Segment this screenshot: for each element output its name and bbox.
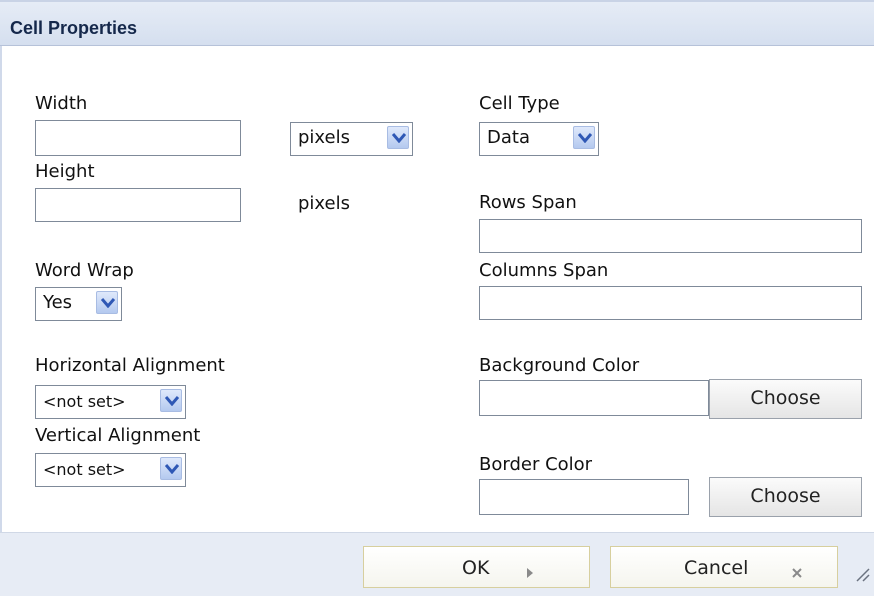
width-unit-value: pixels (298, 127, 350, 148)
background-color-label: Background Color (479, 355, 640, 376)
vertical-alignment-select[interactable]: <not set> (35, 453, 186, 487)
dialog-left-border (0, 46, 2, 532)
cell-type-select[interactable]: Data (479, 122, 599, 156)
vertical-alignment-label: Vertical Alignment (35, 425, 201, 446)
chevron-down-icon[interactable] (573, 126, 595, 149)
cell-type-label: Cell Type (479, 93, 560, 114)
dialog-title: Cell Properties (10, 18, 138, 38)
word-wrap-label: Word Wrap (35, 260, 134, 281)
width-label: Width (35, 93, 88, 114)
rows-span-label: Rows Span (479, 192, 577, 213)
chevron-down-icon[interactable] (160, 389, 182, 412)
horizontal-alignment-label: Horizontal Alignment (35, 355, 225, 376)
height-label: Height (35, 161, 95, 182)
cell-type-value: Data (487, 127, 530, 148)
arrow-right-icon (526, 562, 534, 584)
horizontal-alignment-select[interactable]: <not set> (35, 385, 186, 419)
chevron-down-icon[interactable] (387, 126, 409, 149)
height-input[interactable] (35, 188, 241, 222)
width-unit-select[interactable]: pixels (290, 122, 413, 156)
close-icon (791, 562, 803, 584)
columns-span-input[interactable] (479, 286, 862, 320)
word-wrap-value: Yes (43, 292, 73, 313)
vertical-alignment-value: <not set> (43, 460, 126, 479)
ok-button-label: OK (462, 557, 490, 579)
width-input[interactable] (35, 120, 241, 156)
dialog-titlebar[interactable]: Cell Properties (0, 0, 874, 46)
border-color-input[interactable] (479, 479, 689, 515)
chevron-down-icon[interactable] (160, 457, 182, 480)
horizontal-alignment-value: <not set> (43, 392, 126, 411)
cancel-button[interactable]: Cancel (610, 546, 838, 588)
ok-button[interactable]: OK (363, 546, 590, 588)
rows-span-input[interactable] (479, 219, 862, 253)
word-wrap-select[interactable]: Yes (35, 287, 122, 321)
columns-span-label: Columns Span (479, 260, 609, 281)
height-unit-label: pixels (298, 193, 350, 214)
background-color-choose-button[interactable]: Choose (709, 379, 862, 419)
cancel-button-label: Cancel (684, 557, 749, 579)
background-color-input[interactable] (479, 380, 709, 416)
chevron-down-icon[interactable] (96, 291, 118, 314)
resize-grip-icon[interactable] (854, 566, 870, 587)
border-color-label: Border Color (479, 454, 593, 475)
border-color-choose-button[interactable]: Choose (709, 477, 862, 517)
